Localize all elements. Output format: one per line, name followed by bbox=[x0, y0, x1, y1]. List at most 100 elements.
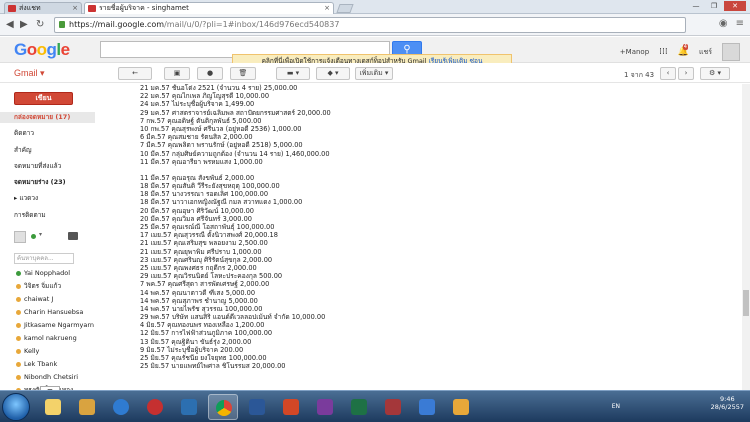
contact-name: วิจิตร จิ่มแก้ว bbox=[24, 282, 62, 290]
chat-contact[interactable]: Kelly bbox=[14, 346, 96, 357]
chat-contact[interactable]: Jitkasame Ngarmyarn bbox=[14, 320, 96, 331]
chat-contact[interactable]: Lek Tbank bbox=[14, 359, 96, 370]
folder-icon bbox=[45, 399, 61, 415]
sidebar-item-sent[interactable]: จดหมายที่ส่งแล้ว bbox=[0, 161, 95, 172]
close-tab-icon[interactable]: × bbox=[72, 3, 78, 14]
taskbar-item[interactable] bbox=[174, 394, 204, 420]
chat-avatar[interactable] bbox=[14, 231, 26, 243]
chat-contact[interactable]: kamol nakrueng bbox=[14, 333, 96, 344]
donation-line: 25 มิย.57 คุณรัชนีย ยงใจยุทธ 100,000.00 bbox=[140, 354, 267, 362]
sidebar-item-following[interactable]: การติดตาม bbox=[0, 210, 95, 221]
taskbar-item[interactable] bbox=[242, 394, 272, 420]
new-tab-button[interactable] bbox=[336, 4, 354, 13]
delete-button[interactable]: 🗑 bbox=[230, 67, 256, 80]
move-to-button[interactable]: ▬ ▾ bbox=[276, 67, 310, 80]
presence-dot-icon bbox=[16, 310, 21, 315]
share-label[interactable]: แชร์ bbox=[699, 47, 712, 58]
newer-button[interactable]: ‹ bbox=[660, 67, 676, 80]
labels-button[interactable]: ◆ ▾ bbox=[316, 67, 350, 80]
sidebar-item-drafts[interactable]: จดหมายร่าง (23) bbox=[0, 177, 95, 188]
older-button[interactable]: › bbox=[678, 67, 694, 80]
clock-date: 28/6/2557 bbox=[710, 403, 744, 411]
maximize-icon[interactable]: ❐ bbox=[706, 1, 722, 11]
back-to-inbox-button[interactable]: ← bbox=[118, 67, 152, 80]
scrollbar-thumb[interactable] bbox=[743, 290, 749, 316]
donation-line: 18 มีค.57 นางวรรณา รอดเลิศ 100,000.00 bbox=[140, 190, 269, 199]
donation-line: 29 พค.57 บริษัท แสนสิริ แอนด์ดีเวลลอปเม้… bbox=[140, 313, 326, 322]
browser-tab-active[interactable]: รายชื่อผู้บริจาค - singhamet × bbox=[84, 2, 334, 14]
extension-icon[interactable]: ◉ bbox=[719, 18, 728, 29]
taskbar-item[interactable] bbox=[106, 394, 136, 420]
app-icon bbox=[453, 399, 469, 415]
report-spam-button[interactable]: ● bbox=[197, 67, 223, 80]
minimize-icon[interactable]: — bbox=[688, 1, 704, 11]
start-button[interactable] bbox=[2, 393, 30, 421]
donation-line: 14 พค.57 นายไพรัช สุวรรณ 100,000.00 bbox=[140, 304, 263, 313]
apps-icon[interactable]: ⁞⁞⁞ bbox=[659, 47, 668, 57]
sidebar-item-inbox[interactable]: กล่องจดหมาย (17) bbox=[0, 112, 95, 123]
settings-button[interactable]: ⚙ ▾ bbox=[700, 67, 730, 80]
tab-title: ส่งแชท bbox=[19, 4, 41, 12]
contact-name: chaiwat J bbox=[24, 295, 54, 303]
taskbar-item[interactable] bbox=[72, 394, 102, 420]
status-dot[interactable] bbox=[31, 234, 36, 239]
menu-icon[interactable]: ≡ bbox=[736, 18, 744, 29]
forward-icon[interactable]: ▶ bbox=[20, 19, 28, 30]
avatar[interactable] bbox=[722, 43, 740, 61]
chat-contact[interactable]: วิจิตร จิ่มแก้ว bbox=[14, 281, 96, 292]
taskbar-item[interactable] bbox=[344, 394, 374, 420]
explorer-icon bbox=[79, 399, 95, 415]
donation-line: 6 มีค.57 คุณสมชาย รัตนสิล 2,000.00 bbox=[140, 133, 253, 142]
taskbar-item[interactable] bbox=[38, 394, 68, 420]
address-bar[interactable]: https://mail.google.com/mail/u/0/?pli=1#… bbox=[54, 17, 686, 33]
browser-tab[interactable]: ส่งแชท × bbox=[4, 2, 82, 14]
archive-button[interactable]: ▣ bbox=[164, 67, 190, 80]
chat-search-input[interactable]: ค้นหาบุคคล... bbox=[14, 253, 74, 264]
taskbar-item-chrome[interactable] bbox=[208, 394, 238, 420]
compose-button[interactable]: เขียน bbox=[14, 92, 73, 105]
tab-favicon bbox=[8, 5, 16, 12]
taskbar-item[interactable] bbox=[412, 394, 442, 420]
donation-line: 7 กพ.57 คุณอดิษฐ์ ตันติกุลพันธ์ 5,000.00 bbox=[140, 116, 262, 125]
close-window-icon[interactable]: ✕ bbox=[724, 1, 746, 11]
taskbar-item[interactable] bbox=[276, 394, 306, 420]
chat-contact[interactable]: chaiwat J bbox=[14, 294, 96, 305]
browser-extensions: ◉ ≡ bbox=[719, 18, 744, 29]
presence-dot-icon bbox=[16, 375, 21, 380]
close-tab-icon[interactable]: × bbox=[324, 3, 330, 14]
taskbar-item[interactable] bbox=[378, 394, 408, 420]
more-button[interactable]: เพิ่มเติม ▾ bbox=[355, 67, 393, 80]
language-indicator[interactable]: EN bbox=[612, 403, 620, 410]
status-dropdown-icon[interactable]: ▾ bbox=[39, 231, 42, 238]
taskbar-item[interactable] bbox=[140, 394, 170, 420]
chat-contact[interactable]: Yai Nopphadol bbox=[14, 268, 96, 279]
taskbar-item[interactable] bbox=[446, 394, 476, 420]
browser-titlebar: ส่งแชท × รายชื่อผู้บริจาค - singhamet × … bbox=[0, 0, 750, 14]
system-clock[interactable]: 9:46 28/6/2557 bbox=[711, 395, 744, 411]
sidebar-item-circles[interactable]: ▸ แวดวง bbox=[0, 193, 95, 204]
scrollbar[interactable] bbox=[742, 84, 750, 390]
gmail-menu[interactable]: Gmail ▾ bbox=[14, 68, 45, 79]
donation-line: 24 มค.57 ไม่ระบุชื่อผู้บริจาค 1,499.00 bbox=[140, 100, 255, 109]
reload-icon[interactable]: ↻ bbox=[36, 19, 44, 30]
url-path: /mail/u/0/?pli=1#inbox/146d976ecd540837 bbox=[164, 20, 340, 29]
donation-line: 18 มีค.57 นาวาเอกหญิงณัฐณี กมล สวาทแดง 1… bbox=[140, 198, 303, 207]
google-logo[interactable]: Google bbox=[14, 40, 70, 60]
taskbar-item[interactable] bbox=[310, 394, 340, 420]
donation-line: 17 เมย.57 คุณสุวรรณี ตั้งนิวาสพงศ์ 20,00… bbox=[140, 231, 278, 240]
sidebar-item-important[interactable]: สำคัญ bbox=[0, 145, 95, 156]
donation-line: 11 มีค.57 คุณอารียา พรหมแสง 1,000.00 bbox=[140, 157, 263, 166]
back-icon[interactable]: ◀ bbox=[6, 19, 14, 30]
video-icon[interactable] bbox=[68, 232, 78, 240]
notifications-icon[interactable]: 🔔 4 bbox=[678, 44, 689, 57]
donation-line: 10 มีค.57 กลุ่มศิษย์ความถูกต้อง (จำนวน 1… bbox=[140, 149, 330, 158]
donation-line: 9 มิย.57 ไม่ระบุชื่อผู้บริจาค 200.00 bbox=[140, 345, 244, 354]
chat-contact[interactable]: Charin Hansuebsa bbox=[14, 307, 96, 318]
lock-icon bbox=[59, 21, 65, 28]
contact-name: Jitkasame Ngarmyarn bbox=[24, 321, 95, 329]
chat-contact[interactable]: Nibondh Chetsiri bbox=[14, 372, 96, 383]
donation-line: 13 มิย.57 คุณฐิตินา ขันธ์รุ่ง 2,000.00 bbox=[140, 337, 252, 346]
user-link[interactable]: +Manop bbox=[620, 48, 649, 56]
excel-icon bbox=[351, 399, 367, 415]
sidebar-item-starred[interactable]: ติดดาว bbox=[0, 128, 95, 139]
